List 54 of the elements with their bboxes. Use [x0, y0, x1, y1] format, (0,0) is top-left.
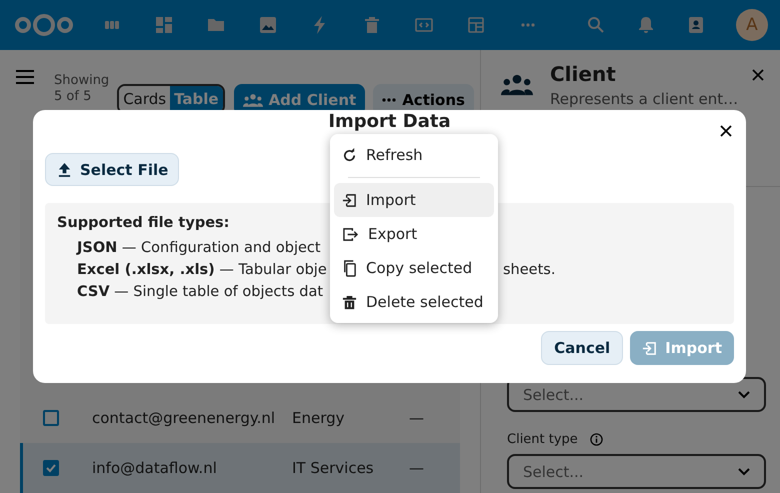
sidebar-subtitle: Represents a client ent… [550, 90, 740, 108]
file-type-text: JSON — Configuration and object [77, 239, 321, 258]
export-icon [342, 226, 359, 242]
field-label: Client type [507, 432, 578, 447]
info-title: Supported file types: [57, 215, 230, 231]
chevron-down-icon [738, 468, 750, 476]
code-icon[interactable] [414, 15, 434, 35]
row-checkbox[interactable] [43, 460, 59, 476]
import-icon [642, 340, 658, 356]
table-cell: — [409, 409, 424, 427]
select-field[interactable]: Select... [507, 454, 766, 489]
bell-icon[interactable] [636, 15, 656, 35]
more-icon [382, 98, 396, 102]
menu-item[interactable]: Export [334, 217, 494, 251]
check-icon [45, 462, 57, 474]
menu-item[interactable]: Copy selected [334, 251, 494, 285]
copy-icon [342, 260, 357, 276]
image-icon[interactable] [258, 15, 278, 35]
count-value: 5 of 5 [54, 89, 92, 104]
menu-item[interactable]: Import [334, 183, 494, 217]
table-cell-text: Energy [292, 409, 346, 427]
table-cell: — [409, 459, 424, 477]
table-cell-text: info@dataflow.nl [92, 459, 218, 477]
refresh-icon [342, 148, 357, 162]
chevron-down-icon [738, 390, 750, 398]
info-icon [590, 433, 603, 446]
import-icon [342, 192, 357, 208]
dashboard-icon[interactable] [154, 15, 174, 35]
sidebar-title: Client [550, 62, 617, 86]
file-type-text: Excel (.xlsx, .xls) — Tabular obje [77, 261, 327, 280]
table-icon[interactable] [466, 15, 486, 35]
cancel-button[interactable]: Cancel [541, 331, 624, 365]
row-checkbox[interactable] [43, 410, 59, 426]
menu-icon[interactable] [16, 70, 34, 84]
table-cell-text: contact@greenenergy.nl [92, 409, 276, 427]
select-file-button[interactable]: Select File [45, 153, 180, 186]
table-row[interactable]: info@dataflow.nl IT Services — [20, 443, 460, 493]
trash-icon[interactable] [362, 15, 382, 35]
menu-item[interactable]: Refresh [334, 138, 494, 172]
trash-icon [342, 294, 357, 310]
upload-icon [58, 162, 71, 177]
contacts-icon[interactable] [686, 15, 706, 35]
file-type-text: CSV — Single table of objects dat [77, 283, 324, 302]
file-type-text: sheets. [503, 261, 556, 280]
people-icon [242, 92, 263, 108]
search-icon[interactable] [586, 15, 606, 35]
count-label: Showing [54, 73, 110, 88]
view-tab[interactable]: Table [170, 86, 223, 112]
close-icon[interactable] [720, 125, 732, 137]
table-cell-text: IT Services [292, 459, 375, 477]
menu-item[interactable]: Delete selected [334, 285, 494, 319]
table-row[interactable]: contact@greenenergy.nl Energy — [20, 393, 460, 443]
logo-icon[interactable] [14, 12, 74, 38]
people-icon [501, 73, 533, 97]
